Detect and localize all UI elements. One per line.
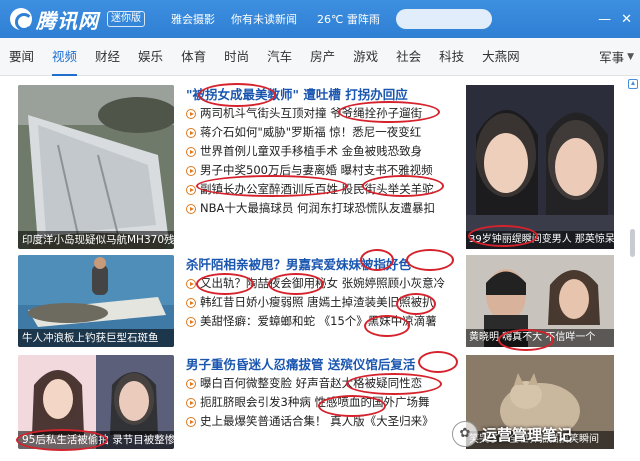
nav-item-news[interactable]: 要闻 xyxy=(0,38,43,76)
mini-version-badge: 迷你版 xyxy=(107,11,145,27)
tencent-logo-icon xyxy=(10,8,33,31)
nav-item-tech[interactable]: 科技 xyxy=(430,38,473,76)
play-icon xyxy=(186,127,196,138)
video-thumbnail[interactable]: 印度洋小岛现疑似马航MH370残骸 xyxy=(18,85,174,249)
nav-item-realestate[interactable]: 房产 xyxy=(301,38,344,76)
thumbnail-caption: 39岁钟丽缇瞬间变男人 那英惊呆 xyxy=(466,231,614,249)
singer-photo xyxy=(466,85,614,249)
video-news-feed: 印度洋小岛现疑似马航MH370残骸 "被拐女成最美教师" 遭吐槽 打拐办回应 两… xyxy=(0,77,626,461)
list-item[interactable]: 韩红昔日娇小瘦弱照 唐嫣土掉渣装美旧照被扒 xyxy=(186,293,458,312)
news-list: 杀阡陌相亲被甩？男嘉宾爱妹妹被指好色 又出轨？陶喆夜会御用秘女 张婉婷照顾小灰意… xyxy=(186,255,458,331)
tencent-logo[interactable]: 腾讯网 xyxy=(10,5,99,34)
nav-more-dropdown[interactable]: 军事 ▼ xyxy=(599,47,640,66)
thumbnail-caption: 牛人冲浪板上钓获巨型石斑鱼 xyxy=(18,329,174,347)
play-icon xyxy=(186,316,196,327)
minimize-button[interactable]: — xyxy=(598,13,611,26)
thumbnail-caption: 黄晓明 嗨真不大 不信咩一个 xyxy=(466,329,614,347)
weather-info[interactable]: 26℃ 雷阵雨 xyxy=(317,11,380,27)
play-icon xyxy=(186,397,196,408)
plane-debris-image xyxy=(18,85,174,249)
list-item-text: NBA十大最搞球员 何润东打球恐慌队友遭暴扣 xyxy=(200,201,436,215)
photo-link[interactable]: 雅会摄影 xyxy=(171,11,215,27)
play-icon xyxy=(186,108,196,119)
nav-item-dayan[interactable]: 大燕网 xyxy=(473,38,529,76)
play-icon xyxy=(186,165,196,176)
search-input[interactable] xyxy=(395,9,492,29)
list-item-text: 蒋介石如何"威胁"罗斯福 惊！悉尼一夜变红 xyxy=(200,125,422,139)
chevron-down-icon: ▼ xyxy=(627,51,634,62)
list-item-text: 又出轨？陶喆夜会御用秘女 张婉婷照顾小灰意冷 xyxy=(200,276,446,290)
list-item-text: 美甜怪癖：爱蟑螂和蛇 《15个》黑妹中凉滴薯 xyxy=(200,314,437,328)
nav-more-label: 军事 xyxy=(599,50,625,65)
headline-link[interactable]: 杀阡陌相亲被甩？男嘉宾爱妹妹被指好色 xyxy=(186,255,458,274)
play-icon xyxy=(186,184,196,195)
play-icon xyxy=(186,416,196,427)
nav-item-society[interactable]: 社会 xyxy=(387,38,430,76)
list-item-text: 世界首例儿童双手移植手术 金鱼被贱恐致身 xyxy=(200,144,423,158)
headline-link[interactable]: 男子重伤昏迷人忍痛拔管 送殡仪馆后复活 xyxy=(186,355,458,374)
thumbnail-caption: 印度洋小岛现疑似马航MH370残骸 xyxy=(18,231,174,249)
play-icon xyxy=(186,297,196,308)
nav-item-auto[interactable]: 汽车 xyxy=(258,38,301,76)
list-item-text: 韩红昔日娇小瘦弱照 唐嫣土掉渣装美旧照被扒 xyxy=(200,295,434,309)
side-video-thumbnail[interactable]: 39岁钟丽缇瞬间变男人 那英惊呆 xyxy=(466,85,614,249)
news-list: 男子重伤昏迷人忍痛拔管 送殡仪馆后复活 曝白百何微整变脸 好声音赵大格被疑同性恋… xyxy=(186,355,458,431)
play-icon xyxy=(186,378,196,389)
scrollbar-thumb[interactable] xyxy=(630,229,635,257)
nav-item-finance[interactable]: 财经 xyxy=(86,38,129,76)
watermark: ✿ 运营管理笔记 xyxy=(452,414,632,454)
video-thumbnail[interactable]: 牛人冲浪板上钓获巨型石斑鱼 xyxy=(18,255,174,347)
play-icon xyxy=(186,203,196,214)
logo-text: 腾讯网 xyxy=(36,8,99,33)
thumbnail-caption: 95后私生活被偷拍 录节目被整惨 xyxy=(18,431,174,449)
news-row: 牛人冲浪板上钓获巨型石斑鱼 杀阡陌相亲被甩？男嘉宾爱妹妹被指好色 又出轨？陶喆夜… xyxy=(0,255,626,351)
nav-item-video[interactable]: 视频 xyxy=(43,38,86,76)
list-item[interactable]: NBA十大最搞球员 何润东打球恐慌队友遭暴扣 xyxy=(186,199,458,218)
video-thumbnail[interactable]: 95后私生活被偷拍 录节目被整惨 xyxy=(18,355,174,449)
scroll-top-icon[interactable] xyxy=(628,79,638,89)
list-item[interactable]: 曝白百何微整变脸 好声音赵大格被疑同性恋 xyxy=(186,374,458,393)
list-item-text: 两司机斗气街头互顶对撞 爷爷绳拴孙子遛街 xyxy=(200,106,423,120)
list-item[interactable]: 世界首例儿童双手移植手术 金鱼被贱恐致身 xyxy=(186,142,458,161)
list-item[interactable]: 男子中奖500万后与妻离婚 曝村支书不雅视频 xyxy=(186,161,458,180)
list-item[interactable]: 史上最爆笑普通话合集！ 真人版《大圣归来》 xyxy=(186,412,458,431)
news-row: 印度洋小岛现疑似马航MH370残骸 "被拐女成最美教师" 遭吐槽 打拐办回应 两… xyxy=(0,85,626,253)
list-item[interactable]: 副镇长办公室醉酒训斥百姓 股民街头举关羊驼 xyxy=(186,180,458,199)
list-item[interactable]: 扼肛脐眼会引发3种病 性感喷血的国外广场舞 xyxy=(186,393,458,412)
news-list: "被拐女成最美教师" 遭吐槽 打拐办回应 两司机斗气街头互顶对撞 爷爷绳拴孙子遛… xyxy=(186,85,458,218)
play-icon xyxy=(186,146,196,157)
list-item[interactable]: 蒋介石如何"威胁"罗斯福 惊！悉尼一夜变红 xyxy=(186,123,458,142)
category-nav: 要闻 视频 财经 娱乐 体育 时尚 汽车 房产 游戏 社会 科技 大燕网 军事 … xyxy=(0,38,640,76)
headline-link[interactable]: "被拐女成最美教师" 遭吐槽 打拐办回应 xyxy=(186,85,458,104)
nav-item-games[interactable]: 游戏 xyxy=(344,38,387,76)
list-item[interactable]: 美甜怪癖：爱蟑螂和蛇 《15个》黑妹中凉滴薯 xyxy=(186,312,458,331)
nav-item-sports[interactable]: 体育 xyxy=(172,38,215,76)
list-item-text: 扼肛脐眼会引发3种病 性感喷血的国外广场舞 xyxy=(200,395,430,409)
list-item[interactable]: 又出轨？陶喆夜会御用秘女 张婉婷照顾小灰意冷 xyxy=(186,274,458,293)
list-item-text: 副镇长办公室醉酒训斥百姓 股民街头举关羊驼 xyxy=(200,182,434,196)
wechat-icon: ✿ xyxy=(452,421,478,447)
list-item-text: 史上最爆笑普通话合集！ 真人版《大圣归来》 xyxy=(200,414,434,428)
unread-news-link[interactable]: 你有未读新闻 xyxy=(231,11,297,27)
side-video-thumbnail[interactable]: 黄晓明 嗨真不大 不信咩一个 xyxy=(466,255,614,347)
list-item-text: 男子中奖500万后与妻离婚 曝村支书不雅视频 xyxy=(200,163,433,177)
list-item-text: 曝白百何微整变脸 好声音赵大格被疑同性恋 xyxy=(200,376,423,390)
watermark-text: 运营管理笔记 xyxy=(482,425,573,444)
nav-item-entertainment[interactable]: 娱乐 xyxy=(129,38,172,76)
list-item[interactable]: 两司机斗气街头互顶对撞 爷爷绳拴孙子遛街 xyxy=(186,104,458,123)
play-icon xyxy=(186,278,196,289)
nav-item-fashion[interactable]: 时尚 xyxy=(215,38,258,76)
close-button[interactable]: ✕ xyxy=(621,13,632,26)
title-bar: 腾讯网 迷你版 雅会摄影 你有未读新闻 26℃ 雷阵雨 — ✕ xyxy=(0,0,640,38)
scrollbar[interactable] xyxy=(626,77,640,461)
